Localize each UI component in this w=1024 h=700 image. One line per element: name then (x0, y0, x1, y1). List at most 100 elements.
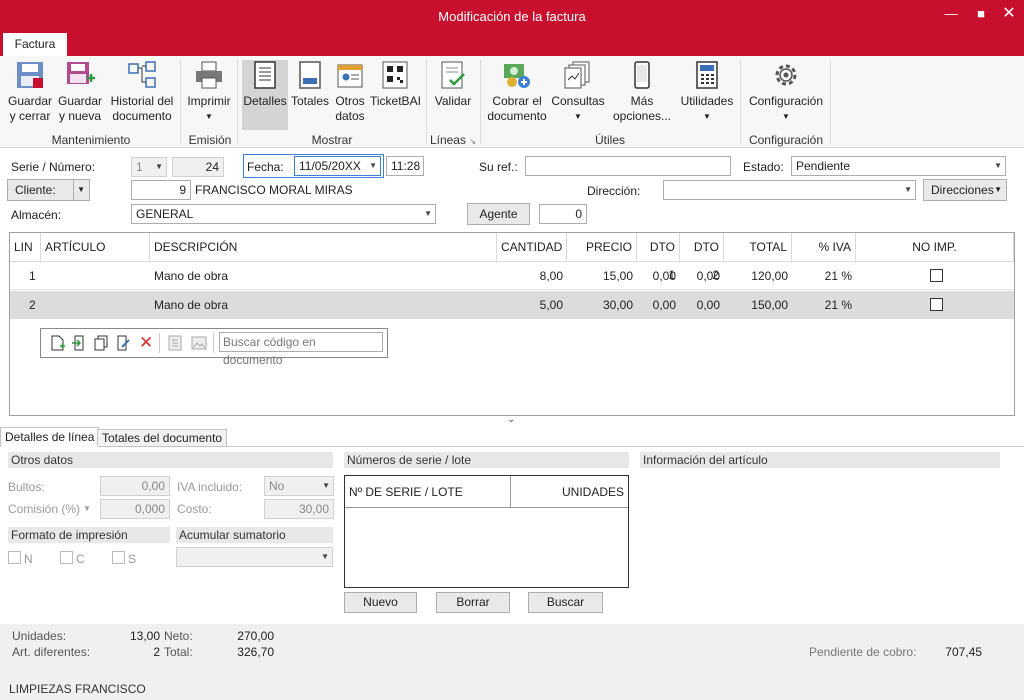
gear-icon (771, 60, 801, 90)
serie-label: Serie / Número: (11, 160, 96, 174)
col-unidades[interactable]: UNIDADES (511, 476, 628, 508)
almacen-select[interactable]: GENERAL ▼ (131, 204, 436, 224)
historial-button[interactable]: Historial del documento (108, 60, 176, 124)
formato-n-checkbox[interactable] (8, 551, 21, 564)
otros-datos-header: Otros datos (8, 452, 333, 468)
col-iva[interactable]: % IVA (792, 233, 856, 262)
borrar-button[interactable]: Borrar (436, 592, 510, 613)
detalles-button[interactable]: Detalles (242, 60, 288, 130)
comision-dropdown[interactable]: ▼ (79, 500, 95, 518)
col-serie-lote[interactable]: Nº DE SERIE / LOTE (345, 476, 511, 508)
totales-button[interactable]: Totales (290, 60, 330, 109)
tab-detalles-linea[interactable]: Detalles de línea (0, 427, 100, 447)
col-articulo[interactable]: ARTÍCULO (41, 233, 150, 262)
formato-header: Formato de impresión (8, 527, 170, 543)
serie-select[interactable]: 1 ▼ (131, 157, 167, 177)
consultas-button[interactable]: Consultas ▼ (550, 60, 606, 124)
qr-code-icon (380, 60, 410, 90)
validar-button[interactable]: Validar (432, 60, 474, 109)
formato-s-checkbox[interactable] (112, 551, 125, 564)
ribbon-tabs: Factura (0, 32, 1024, 56)
guardar-nueva-button[interactable]: Guardar y nueva (56, 60, 104, 124)
col-descripcion[interactable]: DESCRIPCIÓN (150, 233, 497, 262)
col-lin[interactable]: LIN (10, 233, 41, 262)
col-noimp[interactable]: NO IMP. (856, 233, 1014, 262)
costo-label: Costo: (177, 502, 212, 516)
total-value: 326,70 (237, 645, 274, 659)
agente-field[interactable]: 0 (539, 204, 587, 224)
col-dto1[interactable]: DTO 1 (637, 233, 680, 282)
series-table: Nº DE SERIE / LOTE UNIDADES (344, 475, 629, 588)
imprimir-button[interactable]: Imprimir ▼ (186, 60, 232, 124)
acumular-select[interactable]: ▼ (176, 547, 333, 567)
cliente-name: FRANCISCO MORAL MIRAS (195, 183, 353, 197)
guardar-cerrar-button[interactable]: Guardar y cerrar (6, 60, 54, 124)
buscar-button[interactable]: Buscar (528, 592, 603, 613)
mas-opciones-button[interactable]: Más opciones... (608, 60, 676, 124)
close-icon[interactable]: ✕ (994, 4, 1024, 24)
formato-c-checkbox[interactable] (60, 551, 73, 564)
notes-icon[interactable] (167, 335, 183, 354)
hora-field[interactable]: 11:28 (386, 156, 424, 176)
col-cantidad[interactable]: CANTIDAD (497, 233, 567, 262)
numero-field[interactable]: 24 (172, 157, 224, 177)
fecha-label: Fecha: (247, 160, 284, 174)
bultos-label: Bultos: (8, 480, 45, 494)
otros-datos-button[interactable]: Otros datos (332, 60, 368, 124)
estado-label: Estado: (743, 160, 784, 174)
comision-label: Comisión (%) (8, 502, 81, 516)
printer-icon (194, 60, 224, 90)
pendiente-value: 707,45 (945, 645, 982, 659)
company-name: LIMPIEZAS FRANCISCO (9, 682, 146, 696)
new-line-icon[interactable] (49, 335, 65, 354)
col-total[interactable]: TOTAL (724, 233, 792, 262)
mobile-icon (627, 60, 657, 90)
acumular-header: Acumular sumatorio (176, 527, 333, 543)
nuevo-button[interactable]: Nuevo (344, 592, 417, 613)
delete-line-icon[interactable]: ✕ (139, 334, 153, 351)
estado-select[interactable]: Pendiente ▼ (791, 156, 1006, 176)
direccion-label: Dirección: (587, 184, 641, 198)
fecha-field[interactable]: 11/05/20XX ▼ (294, 156, 381, 176)
unidades-value: 13,00 (129, 629, 160, 643)
chevron-down-icon[interactable]: ⌄ (507, 414, 515, 425)
group-emision: Emisión (188, 133, 232, 147)
group-utiles: Útiles (594, 133, 625, 147)
bultos-field[interactable]: 0,00 (100, 476, 170, 496)
insert-line-icon[interactable] (71, 335, 87, 354)
ticketbai-button[interactable]: TicketBAI (370, 60, 421, 109)
comision-field[interactable]: 0,000 (100, 499, 170, 519)
minimize-icon[interactable]: — (936, 4, 966, 24)
cliente-code-field[interactable]: 9 (131, 180, 191, 200)
table-row[interactable]: 2 Mano de obra 5,00 30,00 0,00 0,00 150,… (10, 291, 1014, 319)
col-precio[interactable]: PRECIO (567, 233, 637, 262)
edit-line-icon[interactable] (115, 335, 131, 354)
table-row[interactable]: 1 Mano de obra 8,00 15,00 0,00 0,00 120,… (10, 262, 1014, 290)
configuracion-button[interactable]: Configuración ▼ (746, 60, 826, 124)
almacen-label: Almacén: (11, 208, 62, 222)
tab-factura[interactable]: Factura (3, 33, 67, 56)
utilidades-button[interactable]: Utilidades ▼ (678, 60, 736, 124)
direccion-select[interactable]: ▼ (663, 180, 916, 200)
copy-line-icon[interactable] (93, 335, 109, 354)
noimp-checkbox[interactable] (930, 298, 943, 311)
agente-button[interactable]: Agente (467, 203, 530, 225)
iva-incluido-select[interactable]: No ▼ (264, 476, 334, 496)
tab-totales-documento[interactable]: Totales del documento (97, 429, 228, 446)
image-icon[interactable] (191, 335, 207, 354)
cliente-button[interactable]: Cliente: ▼ (7, 179, 90, 201)
cobrar-button[interactable]: Cobrar el documento (486, 60, 548, 124)
title-bar: Modificación de la factura — ■ ✕ (0, 0, 1024, 32)
col-dto2[interactable]: DTO 2 (680, 233, 724, 282)
noimp-checkbox[interactable] (930, 269, 943, 282)
ribbon: Guardar y cerrar Guardar y nueva Histori… (0, 56, 1024, 148)
costo-field[interactable]: 30,00 (264, 499, 334, 519)
maximize-icon[interactable]: ■ (966, 4, 996, 24)
lines-toolbar: ✕ Buscar código en documento (40, 328, 388, 367)
direcciones-button[interactable]: Direcciones ▼ (923, 179, 1007, 201)
info-articulo-header: Información del artículo (640, 452, 1000, 468)
suref-field[interactable] (525, 156, 731, 176)
calculator-icon (692, 60, 722, 90)
search-code-input[interactable]: Buscar código en documento (219, 332, 383, 367)
neto-value: 270,00 (237, 629, 274, 643)
